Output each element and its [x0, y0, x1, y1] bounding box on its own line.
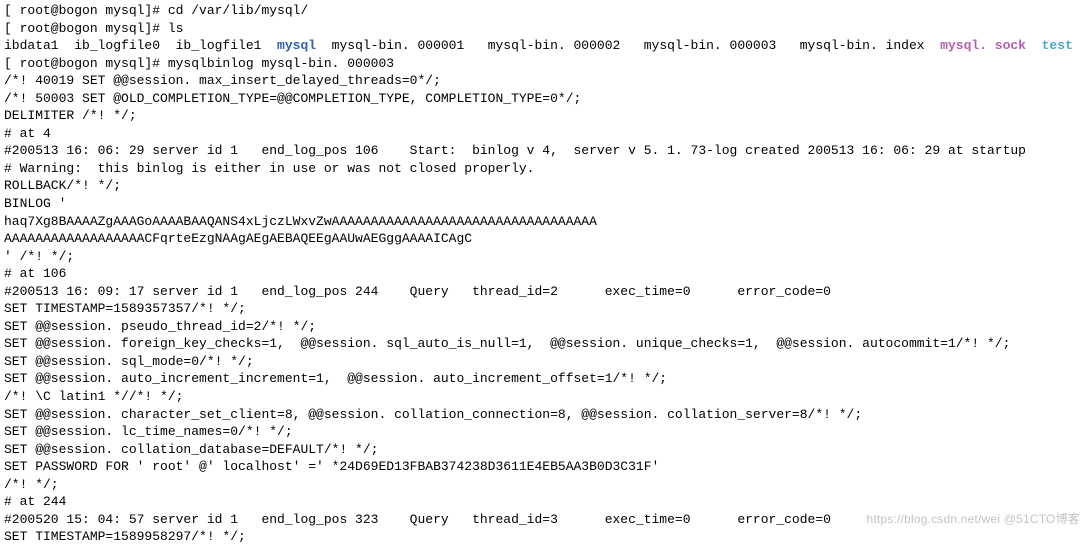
output-line: SET @@session. lc_time_names=0/*! */;: [4, 423, 1086, 441]
ls-dir-test: test: [1042, 38, 1073, 53]
output-line: SET @@session. sql_mode=0/*! */;: [4, 353, 1086, 371]
output-line: /*! 50003 SET @OLD_COMPLETION_TYPE=@@COM…: [4, 90, 1086, 108]
command-text: cd /var/lib/mysql/: [168, 3, 308, 18]
shell-prompt: [ root@bogon mysql]#: [4, 56, 168, 71]
output-line: SET TIMESTAMP=1589357357/*! */;: [4, 300, 1086, 318]
output-line: SET @@session. foreign_key_checks=1, @@s…: [4, 335, 1086, 353]
output-line: SET @@session. character_set_client=8, @…: [4, 406, 1086, 424]
terminal-line: [ root@bogon mysql]# ls: [4, 20, 1086, 38]
output-line: # Warning: this binlog is either in use …: [4, 160, 1086, 178]
output-line: SET @@session. pseudo_thread_id=2/*! */;: [4, 318, 1086, 336]
command-text: mysqlbinlog mysql-bin. 000003: [168, 56, 394, 71]
ls-dir-mysql: mysql: [277, 38, 316, 53]
ls-output-line: ibdata1 ib_logfile0 ib_logfile1 mysql my…: [4, 37, 1086, 55]
ls-socket-mysql-sock: mysql. sock: [940, 38, 1026, 53]
terminal-line: [ root@bogon mysql]# mysqlbinlog mysql-b…: [4, 55, 1086, 73]
output-line: SET @@session. auto_increment_increment=…: [4, 370, 1086, 388]
output-line: # at 244: [4, 493, 1086, 511]
output-line: ROLLBACK/*! */;: [4, 177, 1086, 195]
ls-plain: [1026, 38, 1042, 53]
output-line: ' /*! */;: [4, 248, 1086, 266]
output-line: BINLOG ': [4, 195, 1086, 213]
output-line: /*! 40019 SET @@session. max_insert_dela…: [4, 72, 1086, 90]
output-line: SET PASSWORD FOR ' root' @' localhost' =…: [4, 458, 1086, 476]
output-line: /*! \C latin1 *//*! */;: [4, 388, 1086, 406]
output-line: AAAAAAAAAAAAAAAAAACFqrteEzgNAAgAEgAEBAQE…: [4, 230, 1086, 248]
shell-prompt: [ root@bogon mysql]#: [4, 21, 168, 36]
watermark-text: https://blog.csdn.net/wei @51CTO博客: [866, 511, 1080, 527]
output-line: SET TIMESTAMP=1589958297/*! */;: [4, 528, 1086, 546]
output-line: DELIMITER /*! */;: [4, 107, 1086, 125]
output-line: /*! */;: [4, 476, 1086, 494]
shell-prompt: [ root@bogon mysql]#: [4, 3, 168, 18]
output-line: haq7Xg8BAAAAZgAAAGoAAAABAAQANS4xLjczLWxv…: [4, 213, 1086, 231]
command-text: ls: [168, 21, 184, 36]
output-line: SET @@session. collation_database=DEFAUL…: [4, 441, 1086, 459]
ls-plain: ibdata1 ib_logfile0 ib_logfile1: [4, 38, 277, 53]
output-line: #200513 16: 06: 29 server id 1 end_log_p…: [4, 142, 1086, 160]
terminal-line: [ root@bogon mysql]# cd /var/lib/mysql/: [4, 2, 1086, 20]
output-line: # at 4: [4, 125, 1086, 143]
output-line: #200513 16: 09: 17 server id 1 end_log_p…: [4, 283, 1086, 301]
ls-plain: mysql-bin. 000001 mysql-bin. 000002 mysq…: [316, 38, 940, 53]
output-line: # at 106: [4, 265, 1086, 283]
